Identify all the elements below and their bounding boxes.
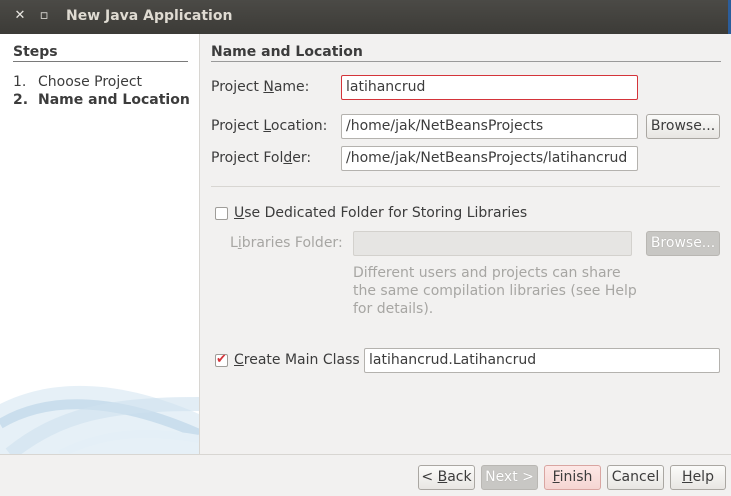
create-main-class-checkbox[interactable] <box>215 352 228 367</box>
steps-heading: Steps <box>13 44 58 60</box>
step-choose-project: 1. Choose Project <box>13 74 142 90</box>
step-name-and-location: 2. Name and Location <box>13 92 190 108</box>
browse-location-button[interactable]: Browse... <box>646 114 720 139</box>
close-icon[interactable]: ✕ <box>12 8 28 24</box>
title-bar: ✕ ▫ New Java Application <box>0 0 731 34</box>
back-button[interactable]: < Back <box>418 465 475 490</box>
wizard-decoration-image <box>0 385 199 454</box>
browse-libraries-button[interactable]: Browse... <box>646 231 720 256</box>
minimize-icon[interactable]: ▫ <box>36 8 52 24</box>
project-name-input[interactable]: latihancrud <box>341 75 638 100</box>
section-divider <box>211 61 721 62</box>
cancel-button[interactable]: Cancel <box>607 465 664 490</box>
project-folder-label: Project Folder: <box>211 150 312 166</box>
project-location-input[interactable]: /home/jak/NetBeansProjects <box>341 114 638 139</box>
steps-pane: Steps 1. Choose Project 2. Name and Locati… <box>0 34 199 454</box>
step-label: Name and Location <box>38 92 190 108</box>
window-title: New Java Application <box>66 8 233 24</box>
dedicated-folder-checkbox[interactable] <box>215 207 228 220</box>
libraries-folder-label: Libraries Folder: <box>230 235 343 251</box>
libraries-folder-input[interactable] <box>353 231 632 256</box>
project-name-label: Project Name: <box>211 79 310 95</box>
create-main-class-label[interactable]: Create Main Class <box>234 352 360 368</box>
next-button[interactable]: Next > <box>481 465 538 490</box>
pane-divider <box>199 34 200 454</box>
form-divider <box>211 186 720 187</box>
step-number: 2. <box>13 92 29 108</box>
help-button[interactable]: Help <box>670 465 726 490</box>
section-heading: Name and Location <box>211 44 363 60</box>
project-folder-input[interactable]: /home/jak/NetBeansProjects/latihancrud <box>341 146 638 171</box>
button-bar-divider <box>0 454 731 455</box>
step-label: Choose Project <box>38 74 143 90</box>
step-number: 1. <box>13 74 27 90</box>
finish-button[interactable]: Finish <box>544 465 601 490</box>
project-location-label: Project Location: <box>211 118 328 134</box>
dedicated-folder-label[interactable]: Use Dedicated Folder for Storing Librari… <box>234 205 527 221</box>
main-class-input[interactable]: latihancrud.Latihancrud <box>364 348 720 373</box>
libraries-description: Different users and projects can share t… <box>353 265 637 317</box>
steps-divider <box>13 61 188 62</box>
